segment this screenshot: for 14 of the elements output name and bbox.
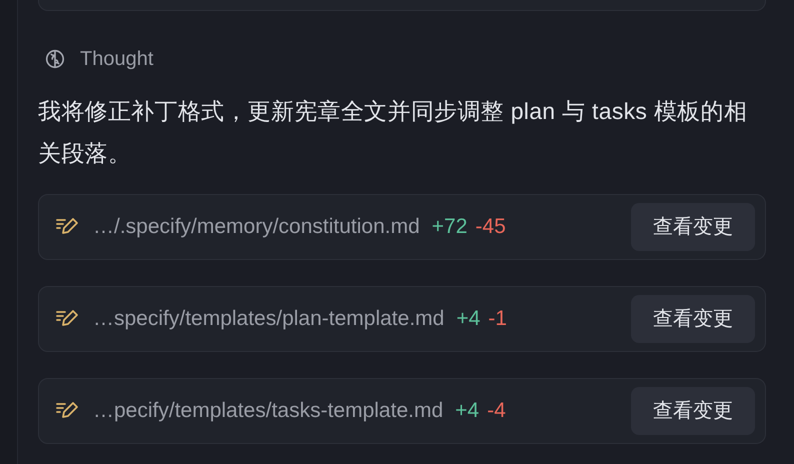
thought-text: 我将修正补丁格式，更新宪章全文并同步调整 plan 与 tasks 模板的相关段落。 [38, 97, 748, 168]
thought-label: Thought [80, 47, 154, 72]
file-path[interactable]: …specify/templates/plan-template.md [93, 303, 444, 335]
removed-count: -45 [475, 214, 506, 240]
removed-count: -1 [488, 306, 507, 332]
view-changes-button[interactable]: 查看变更 [631, 203, 755, 251]
added-count: +4 [456, 306, 480, 332]
added-count: +4 [455, 398, 480, 424]
added-count: +72 [432, 214, 468, 240]
file-path[interactable]: …pecify/templates/tasks-template.md [93, 395, 444, 427]
view-changes-button[interactable]: 查看变更 [631, 387, 755, 435]
view-changes-button[interactable]: 查看变更 [631, 295, 755, 343]
removed-count: -4 [487, 398, 506, 424]
file-path[interactable]: …/.specify/memory/constitution.md [93, 211, 420, 243]
